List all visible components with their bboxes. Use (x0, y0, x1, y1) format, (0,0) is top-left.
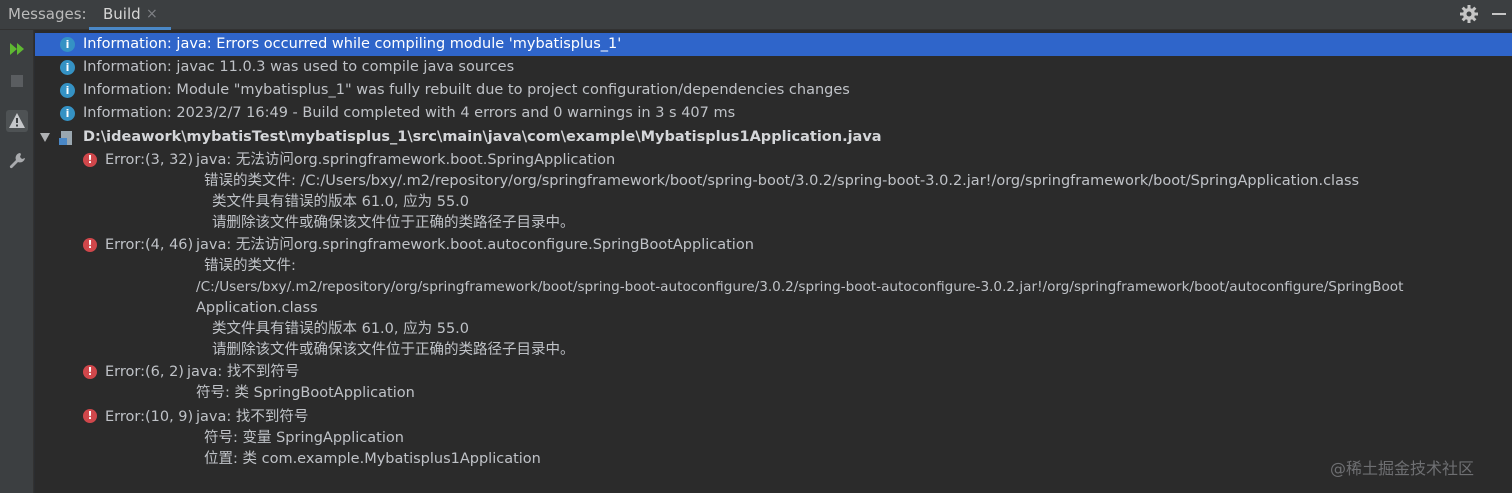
error-detail: /C:/Users/bxy/.m2/repository/org/springf… (196, 279, 1404, 295)
error-message: java: 找不到符号 (187, 364, 300, 380)
error-row[interactable]: Error:(10, 9) (105, 407, 193, 428)
error-message: java: 无法访问org.springframework.boot.autoc… (196, 237, 754, 253)
info-text: Information: javac 11.0.3 was used to co… (83, 59, 515, 75)
error-location: Error:(4, 46) (105, 237, 194, 253)
error-detail: 位置: 类 com.example.Mybatisplus1Applicatio… (204, 451, 541, 467)
info-row[interactable]: i Information: java: Errors occurred whi… (35, 33, 1512, 56)
info-icon: i (60, 83, 75, 98)
expand-arrow-icon[interactable] (40, 133, 50, 142)
gear-icon[interactable] (1459, 4, 1479, 24)
watermark: @稀土掘金技术社区 (1330, 459, 1475, 478)
tab-build-label: Build (103, 5, 141, 23)
error-icon: ! (83, 153, 97, 167)
error-row[interactable]: Error:(4, 46) (105, 235, 193, 256)
info-text: Information: java: Errors occurred while… (83, 36, 622, 52)
wrench-icon[interactable] (6, 150, 28, 172)
warning-filter-icon[interactable] (6, 110, 28, 132)
info-text: Information: 2023/2/7 16:49 - Build comp… (83, 105, 736, 121)
info-row[interactable]: i Information: Module "mybatisplus_1" wa… (35, 79, 1512, 102)
tab-build[interactable]: Build × (89, 0, 171, 30)
info-row[interactable]: i Information: 2023/2/7 16:49 - Build co… (35, 102, 1512, 125)
left-toolbar (0, 30, 34, 493)
error-detail: 请删除该文件或确保该文件位于正确的类路径子目录中。 (212, 215, 575, 231)
error-icon: ! (83, 238, 97, 252)
stop-icon[interactable] (6, 70, 28, 92)
error-location: Error:(6, 2) (105, 364, 184, 380)
info-text: Information: Module "mybatisplus_1" was … (83, 82, 850, 98)
error-detail: 错误的类文件: /C:/Users/bxy/.m2/repository/org… (204, 173, 1360, 189)
error-message: java: 找不到符号 (196, 409, 309, 425)
error-detail: 类文件具有错误的版本 61.0, 应为 55.0 (212, 194, 470, 210)
error-detail: 错误的类文件: (204, 258, 296, 274)
info-icon: i (60, 37, 75, 52)
error-row[interactable]: Error:(3, 32) (105, 150, 193, 171)
rerun-icon[interactable] (6, 38, 28, 60)
file-node[interactable]: D:\ideawork\mybatisTest\mybatisplus_1\sr… (35, 126, 1512, 149)
error-location: Error:(10, 9) (105, 409, 194, 425)
error-message: java: 无法访问org.springframework.boot.Sprin… (196, 152, 616, 168)
error-detail: 请删除该文件或确保该文件位于正确的类路径子目录中。 (212, 342, 575, 358)
file-path: D:\ideawork\mybatisTest\mybatisplus_1\sr… (83, 129, 882, 145)
error-location: Error:(3, 32) (105, 152, 194, 168)
error-detail: Application.class (196, 300, 318, 316)
error-detail: 符号: 类 SpringBootApplication (196, 385, 415, 401)
error-icon: ! (83, 409, 97, 423)
messages-label: Messages: (8, 5, 87, 23)
error-detail: 符号: 变量 SpringApplication (204, 430, 404, 446)
minimize-icon[interactable] (1492, 13, 1506, 15)
tool-window-header: Messages: Build × (0, 0, 1512, 30)
close-icon[interactable]: × (146, 6, 158, 22)
java-file-icon (59, 131, 72, 145)
info-row[interactable]: i Information: javac 11.0.3 was used to … (35, 56, 1512, 79)
error-row[interactable]: Error:(6, 2) (105, 362, 184, 383)
error-icon: ! (83, 365, 97, 379)
error-detail: 类文件具有错误的版本 61.0, 应为 55.0 (212, 321, 470, 337)
info-icon: i (60, 60, 75, 75)
info-icon: i (60, 106, 75, 121)
build-messages-tree: i Information: java: Errors occurred whi… (35, 30, 1512, 493)
